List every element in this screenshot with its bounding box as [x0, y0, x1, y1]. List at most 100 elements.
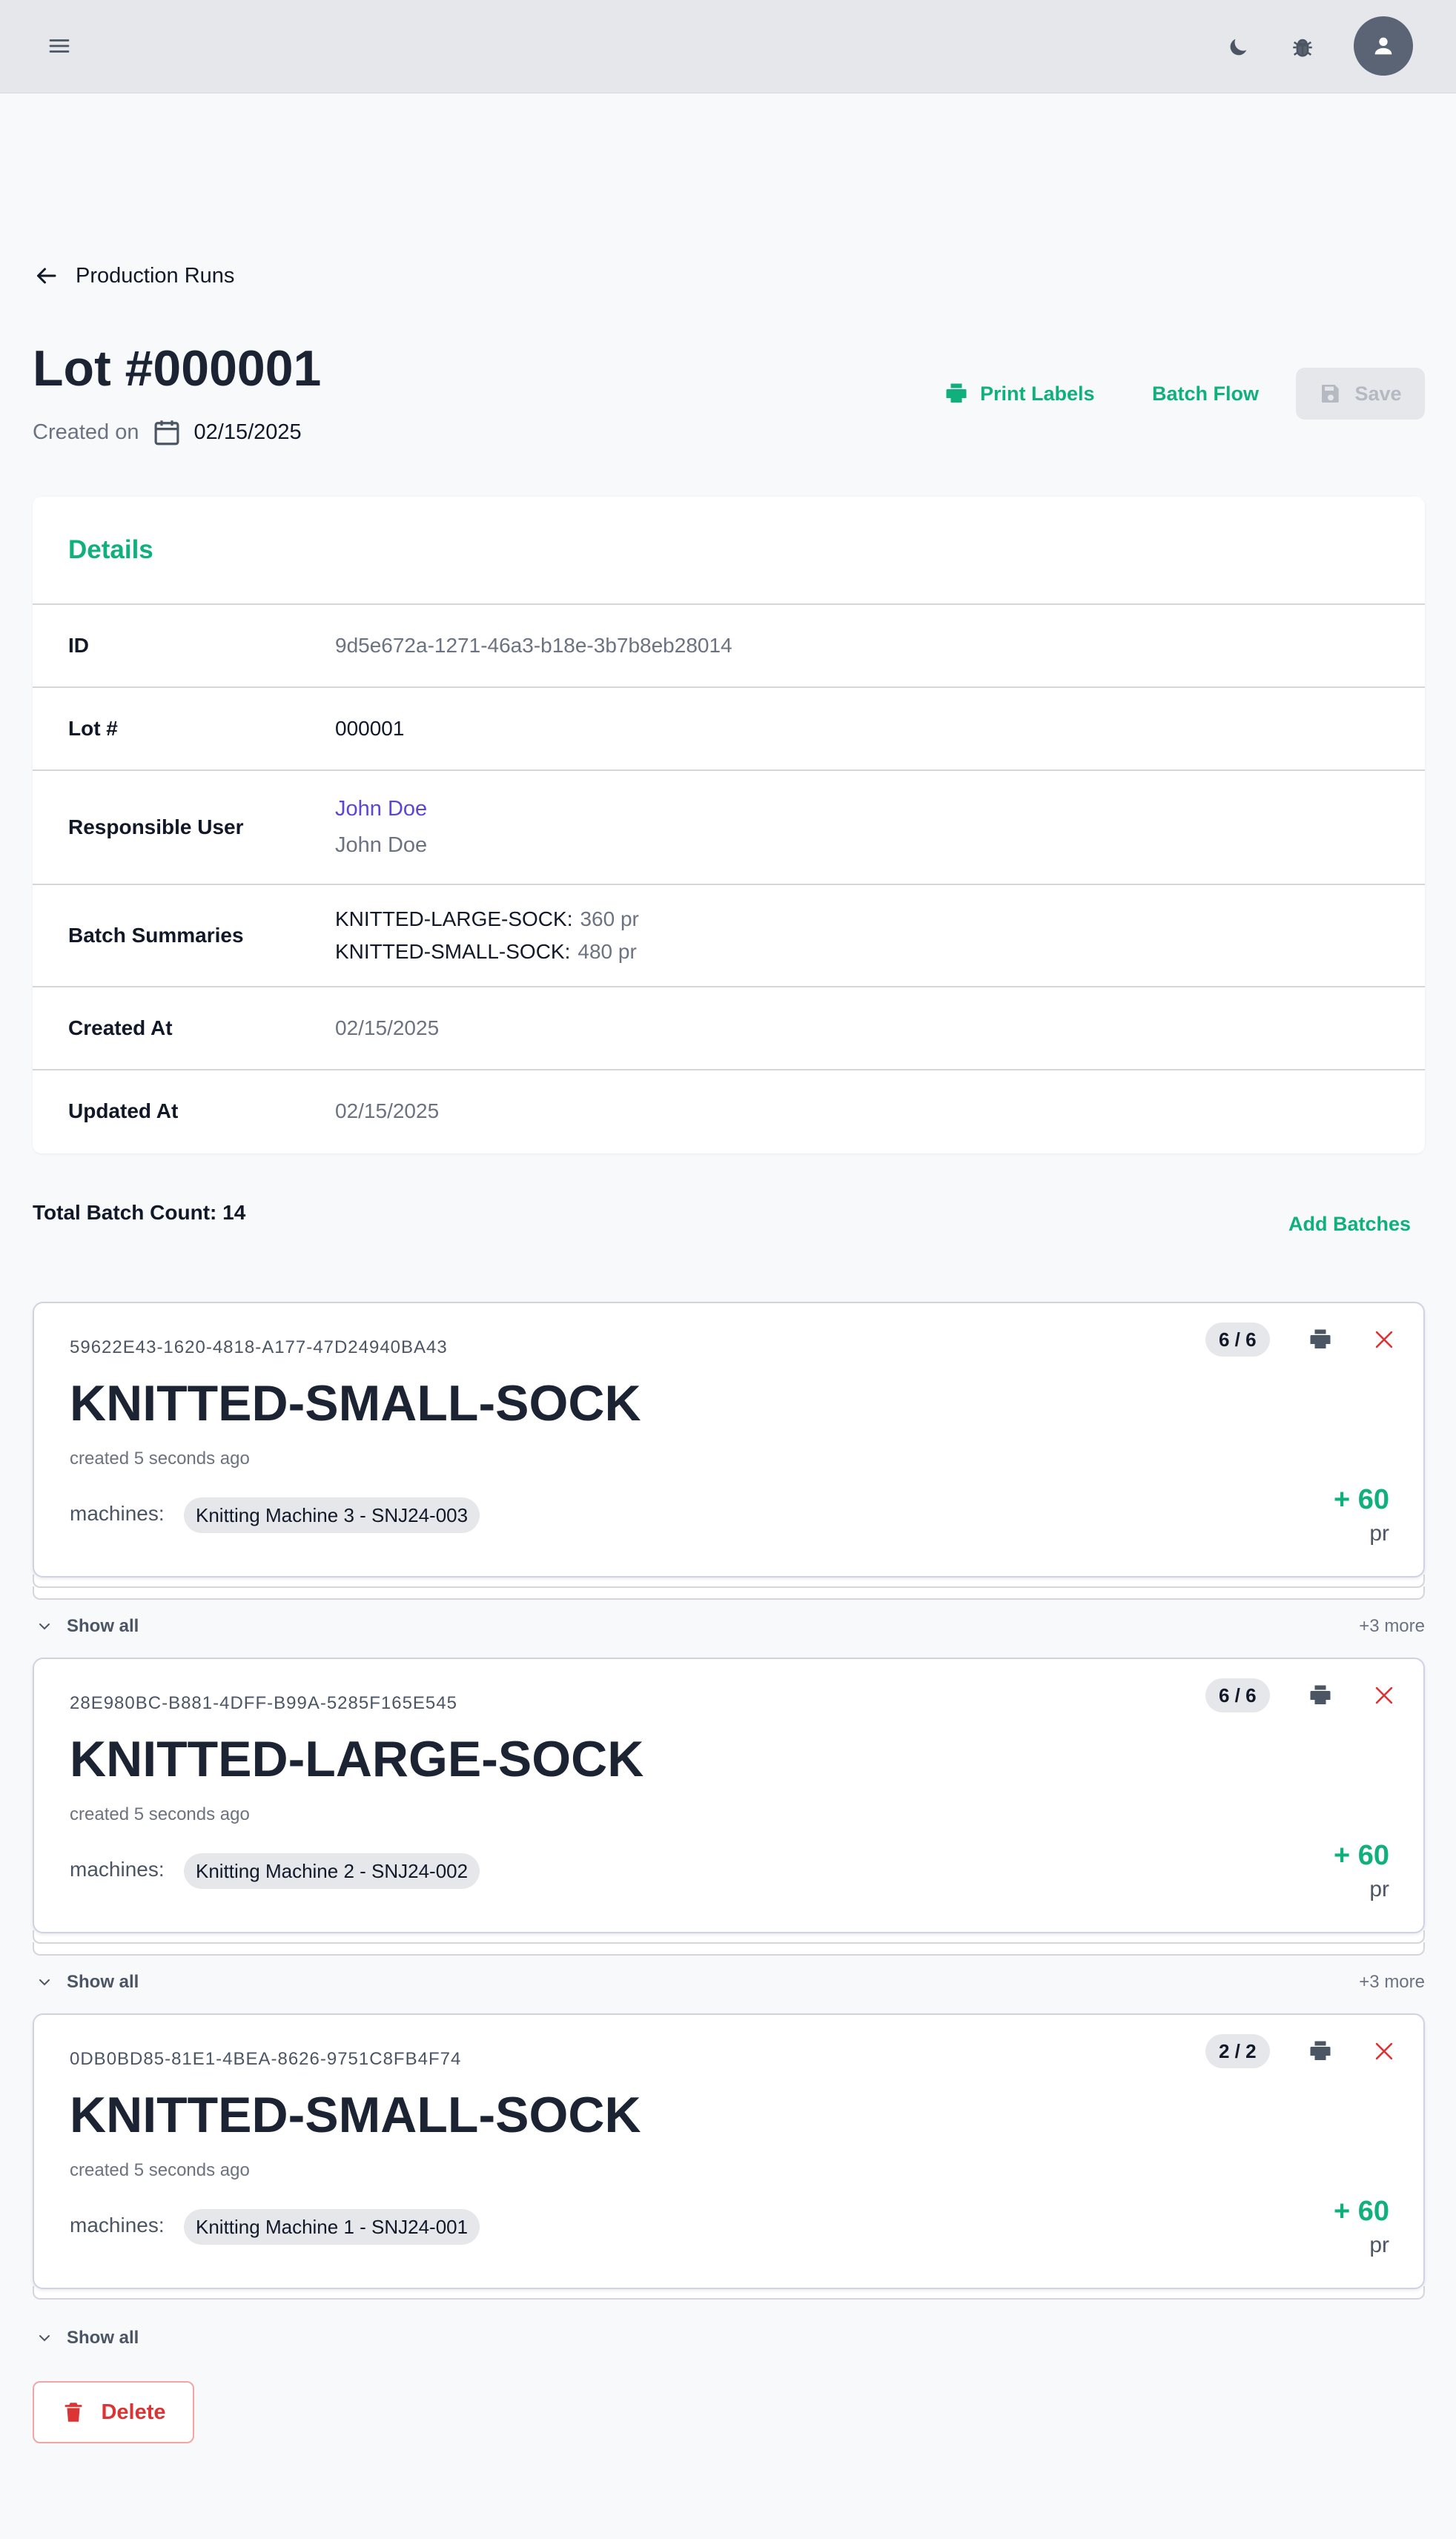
- detail-label: Updated At: [68, 1099, 179, 1122]
- printer-icon: [946, 383, 967, 403]
- batch-created-ago: created 5 seconds ago: [70, 1804, 250, 1824]
- user-avatar[interactable]: [1354, 16, 1413, 76]
- batch-card[interactable]: 0DB0BD85-81E1-4BEA-8626-9751C8FB4F74 KNI…: [33, 2013, 1425, 2289]
- detail-value: KNITTED-LARGE-SOCK: 360 pr KNITTED-SMALL-…: [335, 903, 639, 968]
- close-icon: [1375, 1686, 1393, 1704]
- batch-summary-qty: 480 pr: [578, 940, 637, 963]
- batch-amount: + 60: [1333, 1840, 1389, 1871]
- bug-icon[interactable]: [1285, 30, 1320, 65]
- batch-summary-line: KNITTED-LARGE-SOCK: 360 pr: [335, 903, 639, 936]
- more-count: +3 more: [1359, 1616, 1425, 1636]
- batch-amount: + 60: [1333, 2196, 1389, 2227]
- batch-summary-qty: 360 pr: [580, 907, 639, 930]
- detail-row-created-at: Created At 02/15/2025: [33, 987, 1425, 1070]
- batch-count-badge: 6 / 6: [1205, 1678, 1270, 1712]
- detail-label: Batch Summaries: [68, 924, 244, 947]
- machine-chip: Knitting Machine 3 - SNJ24-003: [184, 1497, 480, 1533]
- batch-group: 28E980BC-B881-4DFF-B99A-5285F165E545 KNI…: [33, 1658, 1425, 1999]
- batch-card[interactable]: 28E980BC-B881-4DFF-B99A-5285F165E545 KNI…: [33, 1658, 1425, 1933]
- save-label: Save: [1354, 382, 1402, 405]
- print-batch-button[interactable]: [1305, 2036, 1336, 2067]
- back-link-label: Production Runs: [76, 263, 235, 288]
- show-all-toggle[interactable]: Show all: [36, 1612, 139, 1641]
- delete-label: Delete: [101, 2400, 166, 2424]
- detail-row-updated-at: Updated At 02/15/2025: [33, 1070, 1425, 1152]
- chevron-down-icon: [39, 1623, 50, 1630]
- detail-value: 9d5e672a-1271-46a3-b18e-3b7b8eb28014: [335, 634, 732, 657]
- remove-batch-button[interactable]: [1369, 1324, 1400, 1355]
- print-batch-button[interactable]: [1305, 1680, 1336, 1711]
- detail-label: ID: [68, 634, 89, 657]
- detail-value: John Doe John Doe: [335, 797, 427, 858]
- detail-row-responsible-user: Responsible User John Doe John Doe: [33, 771, 1425, 885]
- batch-unit: pr: [1369, 1877, 1389, 1901]
- batch-group: 59622E43-1620-4818-A177-47D24940BA43 KNI…: [33, 1302, 1425, 1643]
- batch-summary-product: KNITTED-SMALL-SOCK:: [335, 940, 571, 963]
- machine-chip: Knitting Machine 2 - SNJ24-002: [184, 1853, 480, 1889]
- created-on-date: 02/15/2025: [193, 420, 302, 444]
- created-on-row: Created on 02/15/2025: [33, 415, 302, 449]
- show-all-label: Show all: [67, 2328, 139, 2348]
- details-card: Details ID 9d5e672a-1271-46a3-b18e-3b7b8…: [33, 497, 1425, 1153]
- floppy-disk-icon: [1322, 385, 1340, 403]
- stacked-card-edge: [33, 1942, 1425, 1956]
- batch-product-name: KNITTED-SMALL-SOCK: [70, 2087, 641, 2143]
- machines-label: machines:: [70, 2214, 165, 2237]
- print-batch-button[interactable]: [1305, 1324, 1336, 1355]
- batch-flow-button[interactable]: Batch Flow: [1152, 368, 1259, 420]
- add-batches-button[interactable]: Add Batches: [1288, 1213, 1411, 1236]
- delete-button[interactable]: Delete: [33, 2381, 194, 2443]
- batch-count-badge: 6 / 6: [1205, 1323, 1270, 1357]
- detail-value: 02/15/2025: [335, 1099, 440, 1122]
- printer-icon: [1310, 1329, 1331, 1348]
- detail-row-batch-summaries: Batch Summaries KNITTED-LARGE-SOCK: 360 p…: [33, 885, 1425, 987]
- details-title: Details: [68, 535, 153, 564]
- trash-icon: [65, 2403, 82, 2422]
- show-all-label: Show all: [67, 1972, 139, 1992]
- batch-group: 0DB0BD85-81E1-4BEA-8626-9751C8FB4F74 KNI…: [33, 2013, 1425, 2354]
- batch-uid: 28E980BC-B881-4DFF-B99A-5285F165E545: [70, 1693, 457, 1713]
- detail-row-id: ID 9d5e672a-1271-46a3-b18e-3b7b8eb28014: [33, 605, 1425, 688]
- detail-label: Created At: [68, 1016, 173, 1039]
- detail-value: 000001: [335, 717, 405, 740]
- machines-label: machines:: [70, 1858, 165, 1881]
- machines-label: machines:: [70, 1502, 165, 1525]
- back-link[interactable]: Production Runs: [33, 259, 234, 292]
- batch-count-badge: 2 / 2: [1205, 2034, 1270, 2068]
- total-batch-count: Total Batch Count: 14: [33, 1201, 246, 1224]
- remove-batch-button[interactable]: [1369, 2036, 1400, 2067]
- more-count: +3 more: [1359, 1972, 1425, 1992]
- show-all-row: Show all +3 more: [33, 1967, 1425, 1997]
- show-all-toggle[interactable]: Show all: [36, 2323, 139, 2353]
- machine-chip: Knitting Machine 1 - SNJ24-001: [184, 2209, 480, 2245]
- print-labels-button[interactable]: Print Labels: [943, 368, 1095, 420]
- batch-summary-line: KNITTED-SMALL-SOCK: 480 pr: [335, 936, 639, 968]
- responsible-user-link[interactable]: John Doe: [335, 797, 427, 821]
- batch-card[interactable]: 59622E43-1620-4818-A177-47D24940BA43 KNI…: [33, 1302, 1425, 1578]
- save-button[interactable]: Save: [1296, 368, 1425, 420]
- detail-label: Lot #: [68, 717, 118, 740]
- responsible-user-subtext: John Doe: [335, 833, 428, 857]
- batch-created-ago: created 5 seconds ago: [70, 1449, 250, 1469]
- close-icon: [1375, 1331, 1393, 1348]
- chevron-down-icon: [39, 2335, 50, 2342]
- remove-batch-button[interactable]: [1369, 1680, 1400, 1711]
- show-all-label: Show all: [67, 1616, 139, 1636]
- chevron-down-icon: [39, 1979, 50, 1986]
- moon-icon[interactable]: [1220, 30, 1256, 65]
- page-actions: Print Labels Batch Flow Save: [0, 368, 1456, 420]
- stacked-card-edge: [33, 1586, 1425, 1600]
- created-on-label: Created on: [33, 420, 139, 444]
- batch-uid: 0DB0BD85-81E1-4BEA-8626-9751C8FB4F74: [70, 2049, 462, 2069]
- show-all-row: Show all +3 more: [33, 1612, 1425, 1641]
- hamburger-menu-icon[interactable]: [42, 30, 77, 62]
- details-header: Details: [33, 497, 1425, 605]
- batch-unit: pr: [1369, 2233, 1389, 2257]
- batch-uid: 59622E43-1620-4818-A177-47D24940BA43: [70, 1337, 448, 1357]
- close-icon: [1375, 2042, 1393, 2060]
- detail-value: 02/15/2025: [335, 1016, 440, 1039]
- show-all-toggle[interactable]: Show all: [36, 1967, 139, 1997]
- user-icon: [1374, 37, 1392, 55]
- top-app-bar: [0, 0, 1456, 93]
- show-all-row: Show all: [33, 2323, 1425, 2353]
